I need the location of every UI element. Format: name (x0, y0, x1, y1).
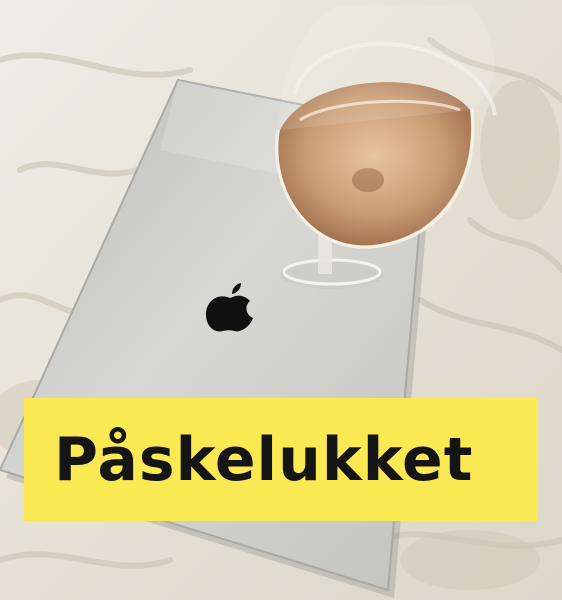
photo-scene: Påskelukket (0, 0, 562, 600)
banner-title: Påskelukket (54, 424, 474, 495)
title-banner: Påskelukket (24, 398, 538, 521)
